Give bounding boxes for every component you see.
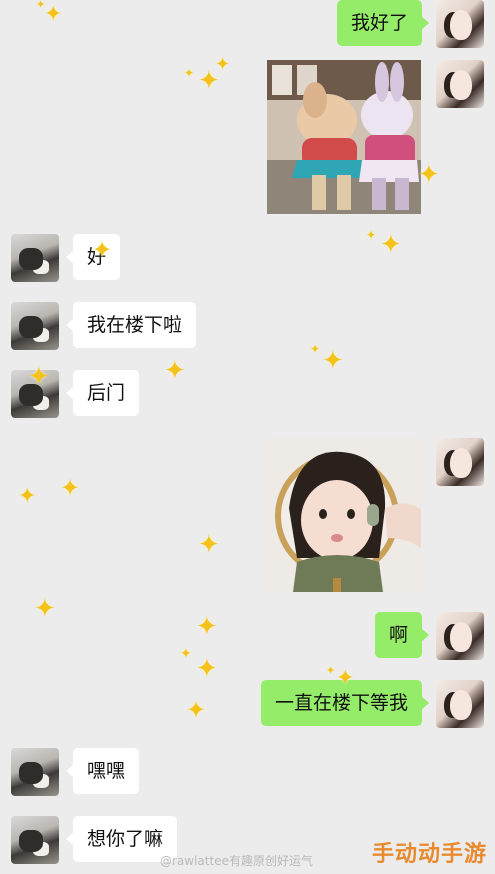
sparkle-icon: ✦ [44,2,63,27]
watermark: @rawlattee有趣原创好运气 [160,854,313,868]
message-text: 我在楼下啦 [87,314,183,336]
message-bubble-me[interactable]: 我好了 [336,0,430,46]
sparkle-icon: ✦ [164,356,186,386]
avatar-contact[interactable] [11,748,59,796]
image-message-plush-toys[interactable] [267,60,421,214]
sparkle-icon: ✦ [198,66,220,96]
sparkle-icon: ✦ [380,230,402,260]
sparkle-icon: ✦ [196,612,218,642]
message-bubble-contact[interactable]: 后门 [65,370,140,416]
avatar-contact[interactable] [11,816,59,864]
avatar-me[interactable] [436,612,484,660]
sparkle-icon: ✦ [322,346,344,376]
message-text: 想你了嘛 [87,828,164,850]
message-text: 啊 [388,624,408,646]
girl-mirror-photo [267,438,421,592]
sparkle-icon: ✦ [215,54,231,75]
sparkle-icon: ✦ [18,484,37,509]
sparkle-icon: ✦ [184,66,195,80]
sparkle-icon: ✦ [326,664,336,677]
avatar-contact[interactable] [11,370,59,418]
message-bubble-me[interactable]: 一直在楼下等我 [260,680,430,726]
sparkle-icon: ✦ [196,654,218,684]
image-message-girl-mirror[interactable] [267,438,421,592]
avatar-me[interactable] [436,60,484,108]
message-bubble-contact[interactable]: 我在楼下啦 [65,302,197,348]
sparkle-icon: ✦ [186,696,207,724]
sparkle-icon: ✦ [366,228,377,242]
avatar-me[interactable] [436,0,484,48]
message-text: 我好了 [350,12,408,34]
message-text: 好 [87,246,107,268]
sparkle-icon: ✦ [180,646,192,662]
avatar-me[interactable] [436,438,484,486]
avatar-contact[interactable] [11,302,59,350]
avatar-contact[interactable] [11,234,59,282]
brand-logo: 手动动手游 [371,842,487,867]
sparkle-icon: ✦ [36,0,46,11]
sparkle-icon: ✦ [60,474,81,502]
avatar-me[interactable] [436,680,484,728]
sparkle-icon: ✦ [310,342,321,356]
message-bubble-contact[interactable]: 嘿嘿 [65,748,140,794]
message-text: 一直在楼下等我 [274,692,408,714]
message-bubble-me[interactable]: 啊 [374,612,430,658]
message-text: 后门 [87,382,126,404]
message-bubble-contact[interactable]: 好 [65,234,121,280]
sparkle-icon: ✦ [418,160,440,190]
sparkle-icon: ✦ [34,594,56,624]
sparkle-icon: ✦ [198,530,220,560]
plush-toys-photo [267,60,421,214]
message-text: 嘿嘿 [87,760,126,782]
